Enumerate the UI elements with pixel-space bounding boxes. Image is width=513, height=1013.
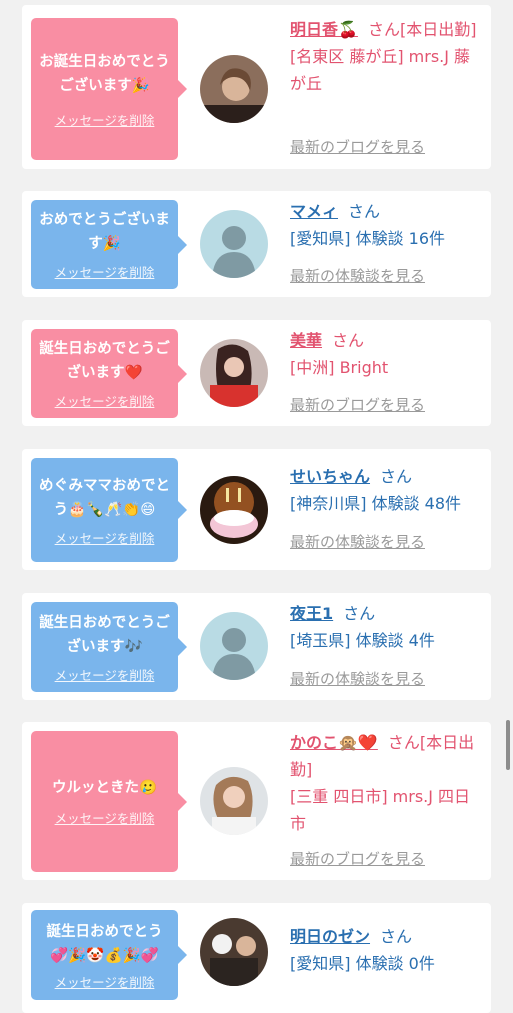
avatar[interactable] [200, 476, 268, 544]
birthday-card: お誕生日おめでとうございます🎉 メッセージを削除 明日香🍒 さん[本日出勤] [名… [22, 5, 491, 169]
member-detail: [愛知県] 体験談 0件 [290, 954, 435, 973]
birthday-card: 誕生日おめでとうございます🎶 メッセージを削除 夜王1 さん [埼玉県] 体験談 … [22, 593, 491, 700]
member-detail: [埼玉県] 体験談 4件 [290, 631, 435, 650]
birthday-card: 誕生日おめでとうございます❤️ メッセージを削除 美華 さん [中洲] Brigh… [22, 320, 491, 426]
member-info: かのこ🙊❤️ さん[本日出勤] [三重 四日市] mrs.J 四日市 [290, 729, 486, 837]
birthday-cake-photo-icon [200, 476, 268, 544]
avatar[interactable] [200, 767, 268, 835]
no-photo-icon [212, 226, 256, 278]
member-name[interactable]: かのこ🙊❤️ [290, 733, 378, 752]
delete-message-link[interactable]: メッセージを削除 [55, 808, 155, 827]
member-info: 夜王1 さん [埼玉県] 体験談 4件 [290, 600, 486, 654]
scrollbar[interactable] [506, 720, 510, 770]
member-info: せいちゃん さん [神奈川県] 体験談 48件 [290, 463, 486, 517]
message-bubble: おめでとうございます🎉 メッセージを削除 [31, 200, 187, 289]
honorific: さん [332, 331, 365, 350]
honorific: さん [343, 604, 376, 623]
avatar[interactable] [200, 55, 268, 123]
honorific: さん [380, 467, 413, 486]
latest-row: 最新の体験談を見る [290, 262, 486, 290]
latest-row: 最新のブログを見る [290, 391, 486, 419]
delete-message-link[interactable]: メッセージを削除 [55, 528, 155, 547]
latest-row: 最新の体験談を見る [290, 528, 486, 556]
latest-row: 最新のブログを見る [290, 133, 486, 161]
member-info: 美華 さん [中洲] Bright [290, 327, 486, 381]
member-name[interactable]: せいちゃん [290, 467, 370, 486]
no-photo-icon [212, 628, 256, 680]
member-detail: [三重 四日市] mrs.J 四日市 [290, 787, 471, 833]
woman-photo-icon [200, 767, 268, 835]
member-name[interactable]: 明日のゼン [290, 927, 370, 946]
delete-message-link[interactable]: メッセージを削除 [55, 262, 155, 281]
message-bubble: 誕生日おめでとう💞🎉🤡💰🎉💞 メッセージを削除 [31, 910, 187, 1000]
member-name[interactable]: 夜王1 [290, 604, 333, 623]
member-info: 明日香🍒 さん[本日出勤] [名東区 藤が丘] mrs.J 藤が丘 [290, 16, 486, 97]
avatar[interactable] [200, 612, 268, 680]
birthday-card: おめでとうございます🎉 メッセージを削除 マメィ さん [愛知県] 体験談 16件… [22, 191, 491, 297]
latest-blog-link[interactable]: 最新のブログを見る [290, 138, 425, 156]
member-name[interactable]: 美華 [290, 331, 322, 350]
woman-photo-icon [200, 55, 268, 123]
honorific: さん [348, 202, 381, 221]
member-detail: [名東区 藤が丘] mrs.J 藤が丘 [290, 47, 471, 93]
latest-row: 最新のブログを見る [290, 845, 486, 873]
member-detail: [中洲] Bright [290, 358, 389, 377]
latest-blog-link[interactable]: 最新のブログを見る [290, 396, 425, 414]
member-info: 明日のゼン さん [愛知県] 体験談 0件 [290, 923, 486, 977]
honorific: さん [387, 733, 420, 752]
avatar[interactable] [200, 210, 268, 278]
message-text: 誕生日おめでとう💞🎉🤡💰🎉💞 [46, 923, 163, 964]
delete-message-link[interactable]: メッセージを削除 [55, 665, 155, 684]
work-status: [本日出勤] [399, 20, 477, 39]
group-photo-icon [200, 918, 268, 986]
member-name[interactable]: マメィ [290, 202, 338, 221]
latest-review-link[interactable]: 最新の体験談を見る [290, 670, 425, 688]
message-text: 誕生日おめでとうございます🎶 [39, 614, 170, 655]
message-bubble: ウルッときた🥲 メッセージを削除 [31, 731, 187, 872]
birthday-card: めぐみママおめでとう🎂🍾🥂👏😄 メッセージを削除 せいちゃん さん [神奈川県] … [22, 449, 491, 570]
message-bubble: 誕生日おめでとうございます🎶 メッセージを削除 [31, 602, 187, 692]
member-detail: [愛知県] 体験談 16件 [290, 229, 446, 248]
delete-message-link[interactable]: メッセージを削除 [55, 110, 155, 129]
latest-blog-link[interactable]: 最新のブログを見る [290, 850, 425, 868]
avatar[interactable] [200, 918, 268, 986]
member-detail: [神奈川県] 体験談 48件 [290, 494, 462, 513]
message-bubble: お誕生日おめでとうございます🎉 メッセージを削除 [31, 18, 187, 160]
message-text: めぐみママおめでとう🎂🍾🥂👏😄 [39, 477, 170, 518]
avatar[interactable] [200, 339, 268, 407]
honorific: さん [367, 20, 400, 39]
message-text: ウルッときた🥲 [51, 780, 158, 796]
birthday-card: ウルッときた🥲 メッセージを削除 かのこ🙊❤️ さん[本日出勤] [三重 四日市]… [22, 722, 491, 880]
woman-photo-icon [200, 339, 268, 407]
delete-message-link[interactable]: メッセージを削除 [55, 391, 155, 410]
latest-review-link[interactable]: 最新の体験談を見る [290, 267, 425, 285]
latest-row: 最新の体験談を見る [290, 665, 486, 693]
delete-message-link[interactable]: メッセージを削除 [55, 972, 155, 991]
member-name[interactable]: 明日香🍒 [290, 20, 358, 39]
honorific: さん [380, 927, 413, 946]
message-bubble: めぐみママおめでとう🎂🍾🥂👏😄 メッセージを削除 [31, 458, 187, 562]
message-text: 誕生日おめでとうございます❤️ [39, 341, 170, 381]
message-text: お誕生日おめでとうございます🎉 [39, 53, 170, 94]
message-text: おめでとうございます🎉 [39, 212, 170, 252]
member-info: マメィ さん [愛知県] 体験談 16件 [290, 198, 486, 252]
message-bubble: 誕生日おめでとうございます❤️ メッセージを削除 [31, 329, 187, 418]
birthday-card: 誕生日おめでとう💞🎉🤡💰🎉💞 メッセージを削除 明日のゼン さん [愛知県] 体験… [22, 903, 491, 1013]
latest-review-link[interactable]: 最新の体験談を見る [290, 533, 425, 551]
